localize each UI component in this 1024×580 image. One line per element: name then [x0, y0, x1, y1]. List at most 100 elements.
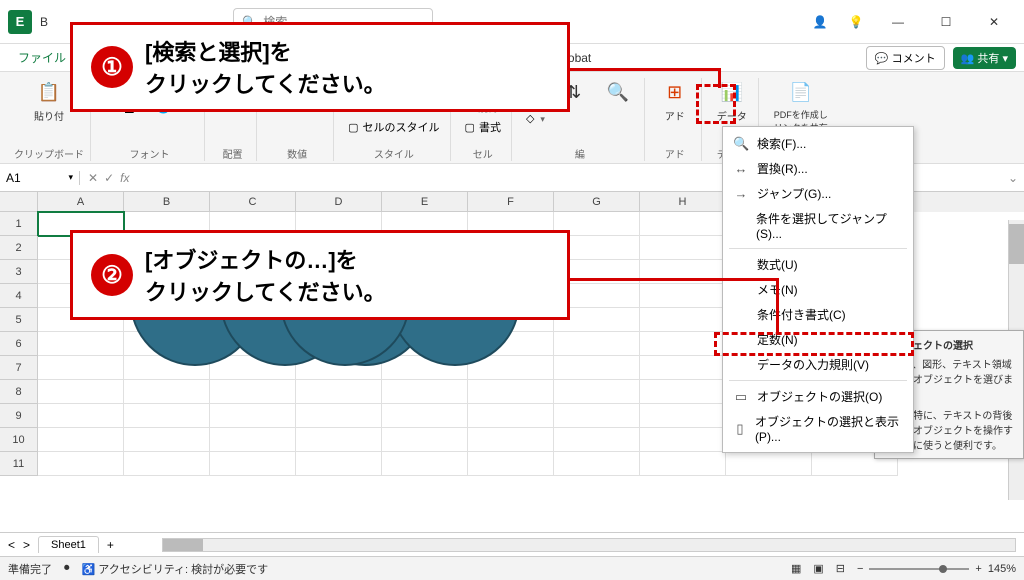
cell[interactable]	[38, 404, 124, 428]
cell[interactable]	[38, 452, 124, 476]
cell[interactable]	[38, 332, 124, 356]
expand-formula-icon[interactable]: ⌄	[1002, 171, 1024, 185]
row-header[interactable]: 5	[0, 308, 38, 332]
cell[interactable]	[382, 452, 468, 476]
col-header[interactable]: H	[640, 192, 726, 212]
col-header[interactable]: G	[554, 192, 640, 212]
cell[interactable]	[124, 452, 210, 476]
cell[interactable]	[468, 452, 554, 476]
view-pagelayout-icon[interactable]: ▣	[813, 562, 823, 575]
cell[interactable]	[640, 308, 726, 332]
accessibility-status[interactable]: ♿ アクセシビリティ: 検討が必要です	[82, 561, 269, 577]
zoom-in-button[interactable]: +	[975, 563, 981, 575]
col-header[interactable]: E	[382, 192, 468, 212]
close-button[interactable]: ✕	[972, 8, 1016, 36]
share-button[interactable]: 👥 共有 ▾	[953, 47, 1016, 69]
select-all-corner[interactable]	[0, 192, 38, 212]
row-header[interactable]: 8	[0, 380, 38, 404]
row-header[interactable]: 2	[0, 236, 38, 260]
cell[interactable]	[640, 212, 726, 236]
cell[interactable]	[640, 404, 726, 428]
row-header[interactable]: 9	[0, 404, 38, 428]
cell[interactable]	[554, 404, 640, 428]
col-header[interactable]: B	[124, 192, 210, 212]
paste-button[interactable]: 📋貼り付	[29, 78, 69, 123]
cell[interactable]	[640, 452, 726, 476]
cell[interactable]	[468, 428, 554, 452]
comments-button[interactable]: 💬 コメント	[866, 46, 945, 70]
cell[interactable]	[468, 380, 554, 404]
row-header[interactable]: 3	[0, 260, 38, 284]
cell[interactable]	[296, 380, 382, 404]
maximize-button[interactable]: ☐	[924, 8, 968, 36]
view-normal-icon[interactable]: ▦	[791, 562, 801, 575]
dd-goto[interactable]: →ジャンプ(G)...	[723, 181, 913, 206]
lightbulb-icon[interactable]: 💡	[840, 8, 872, 36]
cell[interactable]	[382, 380, 468, 404]
minimize-button[interactable]: —	[876, 8, 920, 36]
dd-find[interactable]: 🔍検索(F)...	[723, 131, 913, 156]
cell[interactable]	[210, 452, 296, 476]
fx-icon[interactable]: fx	[120, 171, 129, 185]
cell[interactable]	[640, 236, 726, 260]
cell[interactable]	[210, 404, 296, 428]
row-header[interactable]: 6	[0, 332, 38, 356]
row-header[interactable]: 11	[0, 452, 38, 476]
cell[interactable]	[210, 380, 296, 404]
cell[interactable]	[554, 356, 640, 380]
cell[interactable]	[124, 380, 210, 404]
cell[interactable]	[296, 428, 382, 452]
zoom-level[interactable]: 145%	[988, 563, 1016, 575]
zoom-out-button[interactable]: −	[857, 563, 863, 575]
dd-conditional[interactable]: 条件付き書式(C)	[723, 302, 913, 327]
dd-formulas[interactable]: 数式(U)	[723, 252, 913, 277]
dd-constants[interactable]: 定数(N)	[723, 327, 913, 352]
dd-select-objects[interactable]: ▭オブジェクトの選択(O)	[723, 384, 913, 409]
row-header[interactable]: 10	[0, 428, 38, 452]
cancel-formula-icon[interactable]: ✕	[88, 171, 98, 185]
cell[interactable]	[296, 404, 382, 428]
col-header[interactable]: D	[296, 192, 382, 212]
col-header[interactable]: C	[210, 192, 296, 212]
cell[interactable]	[726, 452, 812, 476]
cell-styles-button[interactable]: ▢ セルのスタイル	[344, 118, 443, 136]
row-header[interactable]: 1	[0, 212, 38, 236]
cell[interactable]	[38, 356, 124, 380]
cell[interactable]	[554, 332, 640, 356]
sheet-nav-left[interactable]: <	[8, 538, 15, 552]
find-select-button[interactable]: 🔍	[598, 78, 638, 106]
enter-formula-icon[interactable]: ✓	[104, 171, 114, 185]
cell[interactable]	[210, 428, 296, 452]
dd-goto-special[interactable]: 条件を選択してジャンプ(S)...	[723, 206, 913, 245]
cell[interactable]	[640, 332, 726, 356]
cell[interactable]	[554, 452, 640, 476]
cell[interactable]	[640, 356, 726, 380]
cell[interactable]	[124, 428, 210, 452]
cell[interactable]	[38, 380, 124, 404]
dd-replace[interactable]: ↔置換(R)...	[723, 156, 913, 181]
cell[interactable]	[640, 380, 726, 404]
row-header[interactable]: 7	[0, 356, 38, 380]
cell[interactable]	[296, 452, 382, 476]
cell[interactable]	[468, 404, 554, 428]
cell[interactable]	[382, 404, 468, 428]
col-header[interactable]: A	[38, 192, 124, 212]
col-header[interactable]: F	[468, 192, 554, 212]
add-sheet-button[interactable]: +	[107, 538, 114, 552]
cell[interactable]	[38, 428, 124, 452]
cell[interactable]	[382, 428, 468, 452]
cell[interactable]	[554, 428, 640, 452]
format-cells-button[interactable]: ▢ 書式	[461, 118, 505, 136]
cell[interactable]	[554, 380, 640, 404]
sheet-tab[interactable]: Sheet1	[38, 536, 99, 553]
tab-file[interactable]: ファイル	[8, 45, 76, 70]
cell[interactable]	[640, 284, 726, 308]
account-icon[interactable]: 👤	[804, 8, 836, 36]
macro-record-icon[interactable]: ⏺	[64, 562, 70, 575]
dd-selection-pane[interactable]: ▯オブジェクトの選択と表示(P)...	[723, 409, 913, 448]
name-box[interactable]: A1▾	[0, 171, 80, 185]
cell[interactable]	[640, 428, 726, 452]
row-header[interactable]: 4	[0, 284, 38, 308]
horizontal-scrollbar[interactable]	[162, 538, 1016, 552]
sheet-nav-right[interactable]: >	[23, 538, 30, 552]
